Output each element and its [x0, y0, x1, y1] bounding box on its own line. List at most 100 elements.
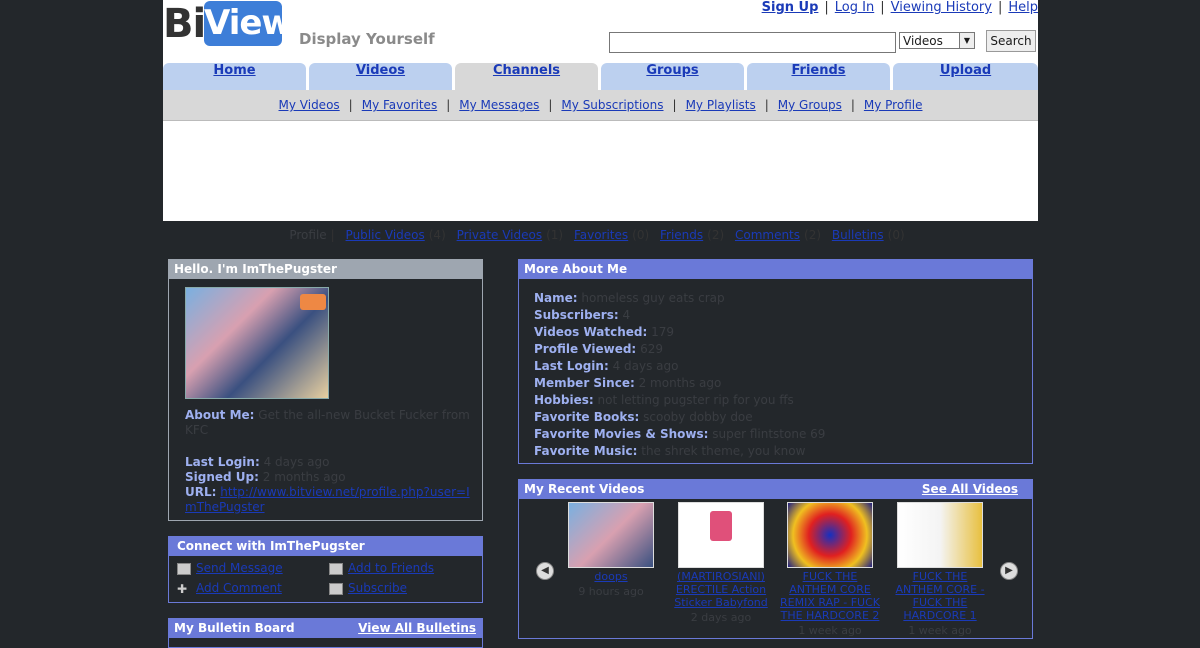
video-item[interactable]: (MARTIROSIANI) ERECTILE Action Sticker B… [669, 502, 773, 624]
video-title-link[interactable]: doops [559, 570, 663, 583]
help-link[interactable]: Help [1008, 0, 1038, 15]
profile-nav-comments[interactable]: Comments [735, 228, 800, 242]
see-all-videos-link[interactable]: See All Videos [922, 480, 1018, 499]
subnav-my-profile[interactable]: My Profile [864, 98, 923, 112]
tagline: Display Yourself [299, 30, 435, 48]
plus-icon: ✚ [177, 581, 188, 596]
favorite-movies-value: super flintstone 69 [712, 427, 826, 441]
video-age: 2 days ago [690, 611, 752, 624]
video-age: 9 hours ago [578, 585, 644, 598]
bulletin-box: My Bulletin Board View All Bulletins [168, 618, 483, 648]
profile-nav-friends[interactable]: Friends [660, 228, 703, 242]
favorite-movies-label: Favorite Movies & Shows: [534, 427, 709, 441]
video-title-link[interactable]: (MARTIROSIANI) ERECTILE Action Sticker B… [669, 570, 773, 609]
bulletin-title-text: My Bulletin Board [174, 621, 295, 635]
viewing-history-link[interactable]: Viewing History [891, 0, 992, 15]
tab-upload[interactable]: Upload [893, 63, 1038, 90]
video-thumbnail[interactable] [568, 502, 654, 568]
search-button[interactable]: Search [986, 30, 1036, 52]
favorite-music-value: the shrek theme, you know [641, 444, 806, 458]
hobbies-value: not letting pugster rip for you ffs [597, 393, 794, 407]
search-type-select[interactable]: Videos ▼ [899, 32, 975, 49]
subnav-my-messages[interactable]: My Messages [459, 98, 539, 112]
site-logo[interactable]: Bit View [163, 0, 293, 48]
favorite-music-label: Favorite Music: [534, 444, 638, 458]
subnav-my-groups[interactable]: My Groups [778, 98, 842, 112]
hello-box: Hello. I'm ImThePugster About Me: Get th… [168, 259, 483, 521]
add-comment-link[interactable]: Add Comment [196, 581, 282, 595]
last-login-value: 4 days ago [612, 359, 679, 373]
tab-channels[interactable]: Channels [455, 63, 598, 90]
site-header: Bit View Display Yourself Sign Up | Log In… [163, 0, 1038, 221]
favorite-books-label: Favorite Books: [534, 410, 640, 424]
profile-nav-prefix: Profile [289, 228, 327, 242]
more-about-list: Name: homeless guy eats crap Subscribers… [534, 290, 825, 460]
recent-videos-box: My Recent Videos See All Videos ◀ doops … [518, 479, 1033, 639]
send-message-link[interactable]: Send Message [196, 561, 283, 575]
name-label: Name: [534, 291, 578, 305]
avatar-badge [300, 294, 326, 310]
tab-videos[interactable]: Videos [309, 63, 452, 90]
video-age: 1 week ago [798, 624, 862, 637]
member-since-value: 2 months ago [638, 376, 722, 390]
connect-box: Connect with ImThePugster Send Message A… [168, 536, 483, 603]
profile-info: Last Login: 4 days ago Signed Up: 2 mont… [185, 455, 480, 515]
logo-view: View [204, 1, 293, 46]
name-value: homeless guy eats crap [581, 291, 725, 305]
subscribe-icon [329, 582, 343, 595]
last-login-label: Last Login: [534, 359, 609, 373]
dropdown-arrow-icon: ▼ [959, 33, 974, 48]
videos-watched-label: Videos Watched: [534, 325, 648, 339]
sign-up-link[interactable]: Sign Up [762, 0, 819, 15]
about-me: About Me: Get the all-new Bucket Fucker … [185, 408, 480, 438]
subscribers-label: Subscribers: [534, 308, 619, 322]
video-item[interactable]: FUCK THE ANTHEM CORE REMIX RAP - FUCK TH… [778, 502, 882, 637]
subnav-my-subscriptions[interactable]: My Subscriptions [561, 98, 663, 112]
tab-friends[interactable]: Friends [747, 63, 890, 90]
video-title-link[interactable]: FUCK THE ANTHEM CORE - FUCK THE HARDCORE… [888, 570, 992, 622]
profile-nav-count: (2) [804, 228, 822, 242]
profile-nav-count: (1) [546, 228, 564, 242]
last-login-value: 4 days ago [263, 455, 330, 469]
favorite-books-value: scooby dobby doe [643, 410, 753, 424]
video-item[interactable]: FUCK THE ANTHEM CORE - FUCK THE HARDCORE… [888, 502, 992, 637]
subnav-my-favorites[interactable]: My Favorites [362, 98, 437, 112]
subscribers-value: 4 [622, 308, 631, 322]
more-about-box: More About Me Name: homeless guy eats cr… [518, 259, 1033, 464]
main-tabs: Home Videos Channels Groups Friends Uplo… [163, 63, 1038, 90]
profile-viewed-label: Profile Viewed: [534, 342, 637, 356]
tab-home[interactable]: Home [163, 63, 306, 90]
video-thumbnail[interactable] [897, 502, 983, 568]
about-label: About Me: [185, 408, 255, 422]
search-input[interactable] [609, 32, 896, 53]
videos-watched-value: 179 [651, 325, 675, 339]
hello-title: Hello. I'm ImThePugster [169, 260, 482, 279]
next-arrow-icon[interactable]: ▶ [1000, 562, 1018, 580]
profile-nav-count: (0) [887, 228, 905, 242]
subnav-my-playlists[interactable]: My Playlists [686, 98, 756, 112]
video-thumbnail[interactable] [678, 502, 764, 568]
log-in-link[interactable]: Log In [835, 0, 874, 15]
top-links: Sign Up | Log In | Viewing History | Help [761, 0, 1038, 15]
video-item[interactable]: doops 9 hours ago [559, 502, 663, 598]
profile-nav-public-videos[interactable]: Public Videos [346, 228, 425, 242]
previous-arrow-icon[interactable]: ◀ [536, 562, 554, 580]
profile-nav-favorites[interactable]: Favorites [574, 228, 628, 242]
search-type-value: Videos [903, 34, 943, 48]
profile-nav-private-videos[interactable]: Private Videos [457, 228, 543, 242]
video-thumbnail[interactable] [787, 502, 873, 568]
profile-url-link[interactable]: http://www.bitview.net/profile.php?user=… [185, 485, 470, 514]
view-all-bulletins-link[interactable]: View All Bulletins [358, 619, 476, 638]
more-about-title: More About Me [519, 260, 1032, 279]
member-since-label: Member Since: [534, 376, 635, 390]
url-label: URL: [185, 485, 217, 499]
add-friends-link[interactable]: Add to Friends [348, 561, 434, 575]
subnav-my-videos[interactable]: My Videos [279, 98, 340, 112]
profile-nav-count: (0) [632, 228, 650, 242]
profile-avatar[interactable] [185, 287, 329, 399]
tab-groups[interactable]: Groups [601, 63, 744, 90]
sub-navigation: My Videos | My Favorites | My Messages | My Su… [163, 90, 1038, 121]
video-title-link[interactable]: FUCK THE ANTHEM CORE REMIX RAP - FUCK TH… [778, 570, 882, 622]
profile-nav-bulletins[interactable]: Bulletins [832, 228, 884, 242]
subscribe-link[interactable]: Subscribe [348, 581, 407, 595]
